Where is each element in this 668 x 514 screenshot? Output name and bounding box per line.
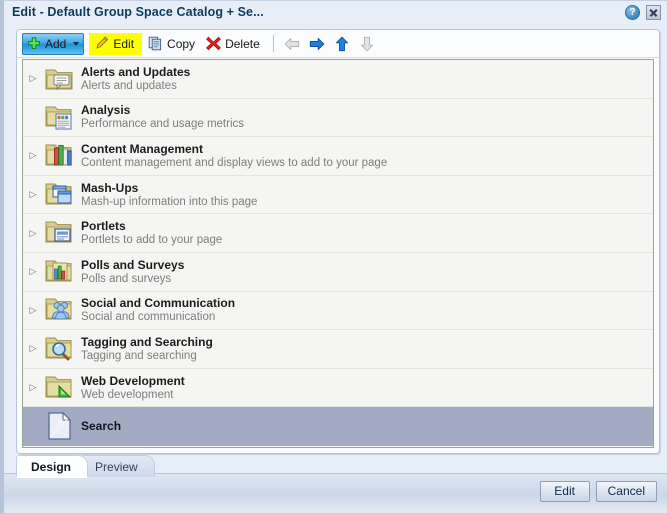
catalog-list[interactable]: ▷ Alerts and Updates Alerts and updates …	[22, 59, 654, 448]
list-item-text: Portlets Portlets to add to your page	[81, 219, 653, 247]
list-item-text: Analysis Performance and usage metrics	[81, 103, 653, 131]
list-item-text: Mash-Ups Mash-up information into this p…	[81, 181, 653, 209]
expand-arrow-icon[interactable]: ▷	[23, 305, 43, 315]
list-item-description: Web development	[81, 388, 174, 401]
expand-arrow-icon[interactable]: ▷	[23, 228, 43, 238]
list-item-description: Content management and display views to …	[81, 156, 388, 169]
add-button-label: Add	[45, 36, 67, 51]
move-left-arrow[interactable]	[283, 35, 301, 53]
list-item[interactable]: ▷	[23, 98, 653, 138]
expand-arrow-icon[interactable]: ▷	[23, 190, 43, 199]
list-item-description: Portlets to add to your page	[81, 234, 223, 247]
view-tabs: Design Preview	[16, 453, 155, 477]
add-button[interactable]: Add	[22, 32, 85, 55]
close-icon[interactable]	[646, 5, 661, 20]
list-item-title: Polls and Surveys	[81, 257, 185, 272]
list-item[interactable]: ▷ Alerts and Updates Alerts and updates	[23, 60, 653, 99]
list-item-description: Polls and surveys	[81, 272, 172, 285]
list-item-description: Alerts and updates	[81, 79, 177, 92]
list-item-title: Alerts and Updates	[81, 64, 191, 79]
plus-icon	[27, 36, 41, 51]
dialog-footer: Edit Cancel	[4, 473, 667, 513]
title-bar-actions: ?	[625, 5, 661, 20]
copy-button-label: Copy	[167, 36, 196, 51]
list-item-text: Tagging and Searching Tagging and search…	[81, 335, 653, 363]
list-item[interactable]: ▷ Polls and Surveys Polls and surveys	[23, 252, 653, 292]
folder-content-icon	[43, 140, 75, 172]
move-arrows-group	[283, 35, 376, 53]
list-item-title: Social and Communication	[81, 296, 236, 311]
tab-design[interactable]: Design	[16, 455, 89, 477]
footer-cancel-button[interactable]: Cancel	[595, 481, 657, 502]
folder-tagging-icon	[43, 333, 75, 365]
folder-polls-icon	[43, 256, 75, 288]
list-item-text: Polls and Surveys Polls and surveys	[81, 258, 653, 286]
list-item-title: Portlets	[81, 219, 126, 234]
list-item-text: Social and Communication Social and comm…	[81, 296, 653, 324]
help-icon[interactable]: ?	[625, 5, 640, 20]
list-item[interactable]: ▷ Mash-Ups Mash-up information into this…	[23, 175, 653, 215]
list-item-text: Web Development Web development	[81, 374, 653, 402]
list-item[interactable]: ▷ Content Management Content management …	[23, 137, 653, 176]
list-item-description: Performance and usage metrics	[81, 118, 244, 131]
list-item[interactable]: ▷	[23, 291, 653, 331]
dialog-title-bar: Edit - Default Group Space Catalog + Se.…	[4, 1, 667, 27]
dialog-title: Edit - Default Group Space Catalog + Se.…	[12, 5, 264, 19]
delete-button[interactable]: Delete	[202, 33, 267, 55]
folder-alerts-icon	[43, 63, 75, 95]
footer-edit-button[interactable]: Edit	[539, 481, 590, 502]
pencil-icon	[94, 36, 109, 51]
folder-analysis-icon	[43, 101, 75, 133]
list-item-text: Content Management Content management an…	[81, 142, 653, 170]
expand-arrow-icon[interactable]: ▷	[23, 151, 43, 160]
expand-arrow-icon[interactable]: ▷	[23, 267, 43, 276]
folder-portlets-icon	[43, 217, 75, 249]
catalog-panel: Add Edit Copy Delete ▷ Alerts and Update…	[16, 29, 660, 454]
copy-icon	[148, 36, 163, 51]
folder-mashup-icon	[43, 179, 75, 211]
list-item[interactable]: ▷ Tagging and Searching Tagging and sear…	[23, 330, 653, 369]
list-item[interactable]: ▷ Web Development Web development	[23, 368, 653, 408]
edit-catalog-dialog: Edit - Default Group Space Catalog + Se.…	[0, 0, 668, 514]
edit-button-label: Edit	[113, 36, 135, 51]
list-item-text: Search	[81, 419, 653, 433]
edit-button[interactable]: Edit	[89, 32, 143, 55]
delete-button-label: Delete	[225, 36, 260, 51]
list-item-text: Alerts and Updates Alerts and updates	[81, 65, 653, 93]
folder-webdev-icon	[43, 372, 75, 404]
document-icon	[43, 410, 75, 442]
tab-preview[interactable]: Preview	[80, 455, 155, 477]
toolbar-separator	[272, 35, 274, 52]
list-item-description: Tagging and searching	[81, 349, 197, 362]
chevron-down-icon	[73, 41, 80, 46]
list-item-title: Tagging and Searching	[81, 334, 213, 349]
expand-arrow-icon[interactable]: ▷	[23, 383, 43, 392]
footer-button-group: Edit Cancel	[539, 481, 657, 502]
expand-arrow-icon[interactable]: ▷	[23, 74, 43, 83]
expand-arrow-icon[interactable]: ▷	[23, 344, 43, 353]
list-item-title: Mash-Ups	[81, 180, 139, 195]
move-right-arrow[interactable]	[308, 35, 326, 53]
list-item-description: Social and communication	[81, 311, 216, 324]
list-item-title: Search	[81, 419, 122, 434]
move-up-arrow[interactable]	[333, 35, 351, 53]
list-item-title: Web Development	[81, 373, 185, 388]
copy-button[interactable]: Copy	[144, 33, 202, 55]
move-down-arrow[interactable]	[358, 35, 376, 53]
list-item-title: Content Management	[81, 141, 204, 156]
delete-x-icon	[206, 36, 221, 51]
list-item[interactable]: ▷ Search	[23, 407, 653, 446]
catalog-toolbar: Add Edit Copy Delete	[17, 30, 659, 58]
list-item-title: Analysis	[81, 103, 131, 118]
list-item-description: Mash-up information into this page	[81, 195, 258, 208]
folder-social-icon	[43, 294, 75, 326]
list-item[interactable]: ▷ Portlets Portlets to add to your page	[23, 214, 653, 253]
